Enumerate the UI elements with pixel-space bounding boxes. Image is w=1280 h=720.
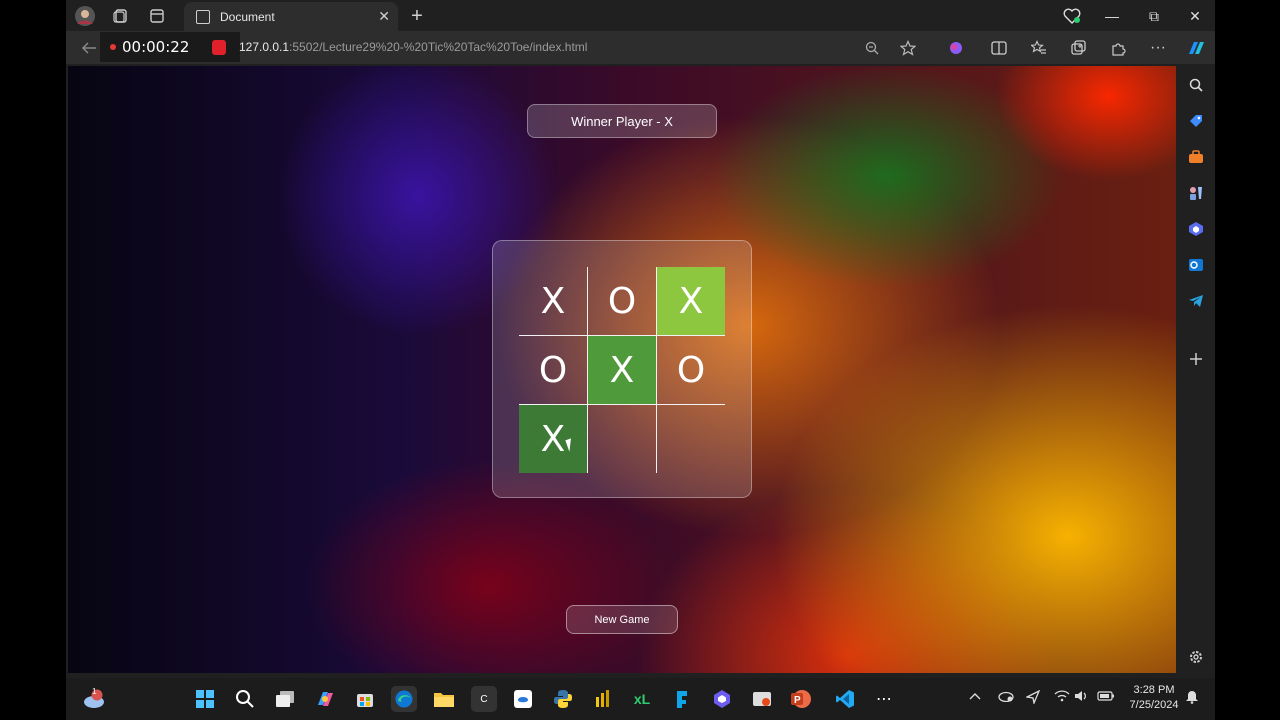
tab-close-icon[interactable]: ✕ (378, 8, 390, 25)
battery-icon[interactable] (1097, 690, 1115, 704)
zoom-icon[interactable] (861, 37, 883, 59)
workspaces-icon[interactable] (110, 5, 132, 27)
tools-icon[interactable] (1185, 146, 1207, 168)
taskbar-overflow-icon[interactable]: ⋯ (871, 686, 897, 712)
page-viewport: Winner Player - X X O X O X O X New Game (68, 66, 1176, 673)
grid-line-h2 (519, 404, 725, 405)
board-cell-4[interactable]: O (519, 336, 587, 404)
task-view-icon[interactable] (272, 686, 298, 712)
clock-time: 3:28 PM (1133, 684, 1175, 696)
profile-avatar-icon[interactable] (74, 5, 96, 27)
close-window-button[interactable]: ✕ (1182, 5, 1208, 27)
volume-icon[interactable] (1074, 690, 1090, 705)
board-cell-8[interactable] (588, 405, 656, 473)
copilot-pro-icon[interactable] (709, 686, 735, 712)
extensions-icon[interactable] (1108, 37, 1130, 59)
start-icon[interactable] (192, 686, 218, 712)
more-icon[interactable]: ··· (1147, 37, 1169, 59)
new-tab-button[interactable]: + (406, 5, 428, 27)
minimize-button[interactable]: — (1099, 5, 1125, 27)
file-explorer-icon[interactable] (431, 686, 457, 712)
store-icon[interactable] (352, 686, 378, 712)
search-icon[interactable] (1185, 74, 1207, 96)
onedrive-icon[interactable] (996, 690, 1014, 705)
snipping-tool-icon[interactable] (749, 686, 775, 712)
figma-icon[interactable] (669, 686, 695, 712)
copilot-taskbar-icon[interactable] (312, 686, 338, 712)
browser-window: Document ✕ + — ⧉ ✕ 00:00:22 127.0.0.1:55… (66, 0, 1215, 678)
taskbar-search-icon[interactable] (232, 686, 258, 712)
browser-essentials-icon[interactable] (1061, 5, 1083, 27)
url-host: 127.0.0.1 (239, 40, 290, 54)
dbeaver-icon[interactable] (510, 686, 536, 712)
new-game-button[interactable]: New Game (566, 605, 678, 634)
outlook-icon[interactable] (1185, 254, 1207, 276)
grid-line-v2 (656, 267, 657, 473)
grid-line-v1 (587, 267, 588, 473)
copilot-app-icon[interactable] (1185, 218, 1207, 240)
powerpoint-icon[interactable]: P (788, 686, 814, 712)
vscode-icon[interactable] (832, 686, 858, 712)
location-icon[interactable] (1024, 689, 1041, 707)
grid-line-h1 (519, 335, 725, 336)
tag-icon[interactable] (1185, 110, 1207, 132)
board-cell-9[interactable] (657, 405, 725, 473)
taskbar: 1 C xL P ⋯ 3:28 PM 7/25/2024 (66, 678, 1215, 720)
tab-document[interactable]: Document ✕ (184, 2, 398, 31)
tab-actions-icon[interactable] (146, 5, 168, 27)
document-icon (196, 9, 210, 24)
xampp-icon[interactable]: xL (629, 686, 655, 712)
winner-message: Winner Player - X (527, 104, 717, 138)
power-bi-icon[interactable] (590, 686, 616, 712)
svg-text:P: P (794, 695, 801, 706)
favorites-icon[interactable] (1028, 37, 1050, 59)
restore-button[interactable]: ⧉ (1141, 5, 1167, 27)
python-icon[interactable] (550, 686, 576, 712)
tray-chevron-icon[interactable] (969, 690, 981, 704)
games-icon[interactable] (1185, 182, 1207, 204)
telegram-icon[interactable] (1185, 290, 1207, 312)
board-cell-3[interactable]: X (657, 267, 725, 335)
collections-icon[interactable] (1068, 37, 1090, 59)
copilot-icon[interactable] (945, 37, 967, 59)
board-cell-2[interactable]: O (588, 267, 656, 335)
split-screen-icon[interactable] (988, 37, 1010, 59)
edge-taskbar-icon[interactable] (391, 686, 417, 712)
game-board-card: X O X O X O X (492, 240, 752, 498)
recording-timer: 00:00:22 (122, 38, 190, 56)
game-board: X O X O X O X (519, 267, 725, 473)
back-icon[interactable] (78, 37, 100, 59)
favorite-star-icon[interactable] (897, 37, 919, 59)
weather-icon[interactable]: 1 (81, 686, 107, 712)
weather-badge: 1 (92, 687, 97, 696)
notification-bell-icon[interactable] (1185, 690, 1199, 707)
cmd-icon[interactable]: C (471, 686, 497, 712)
board-cell-1[interactable]: X (519, 267, 587, 335)
add-icon[interactable] (1185, 348, 1207, 370)
settings-icon[interactable] (1185, 646, 1207, 668)
clock-date: 7/25/2024 (1129, 699, 1179, 711)
wifi-icon[interactable] (1054, 690, 1070, 705)
stop-recording-icon[interactable] (212, 40, 226, 55)
board-cell-6[interactable]: O (657, 336, 725, 404)
desktop: Document ✕ + — ⧉ ✕ 00:00:22 127.0.0.1:55… (0, 0, 1280, 720)
url-path: :5502/Lecture29%20-%20Tic%20Tac%20Toe/in… (289, 40, 588, 54)
system-clock[interactable]: 3:28 PM 7/25/2024 (1124, 683, 1184, 713)
edge-sidebar (1177, 66, 1215, 678)
address-bar: 00:00:22 127.0.0.1:5502/Lecture29%20-%20… (66, 31, 1215, 64)
recording-dot-icon (110, 44, 116, 50)
tab-title: Document (220, 9, 275, 24)
board-cell-5[interactable]: X (588, 336, 656, 404)
tab-strip: Document ✕ + — ⧉ ✕ (66, 0, 1215, 31)
copilot-sidebar-icon[interactable] (1185, 37, 1207, 59)
url-field[interactable]: 127.0.0.1:5502/Lecture29%20-%20Tic%20Tac… (239, 40, 587, 54)
